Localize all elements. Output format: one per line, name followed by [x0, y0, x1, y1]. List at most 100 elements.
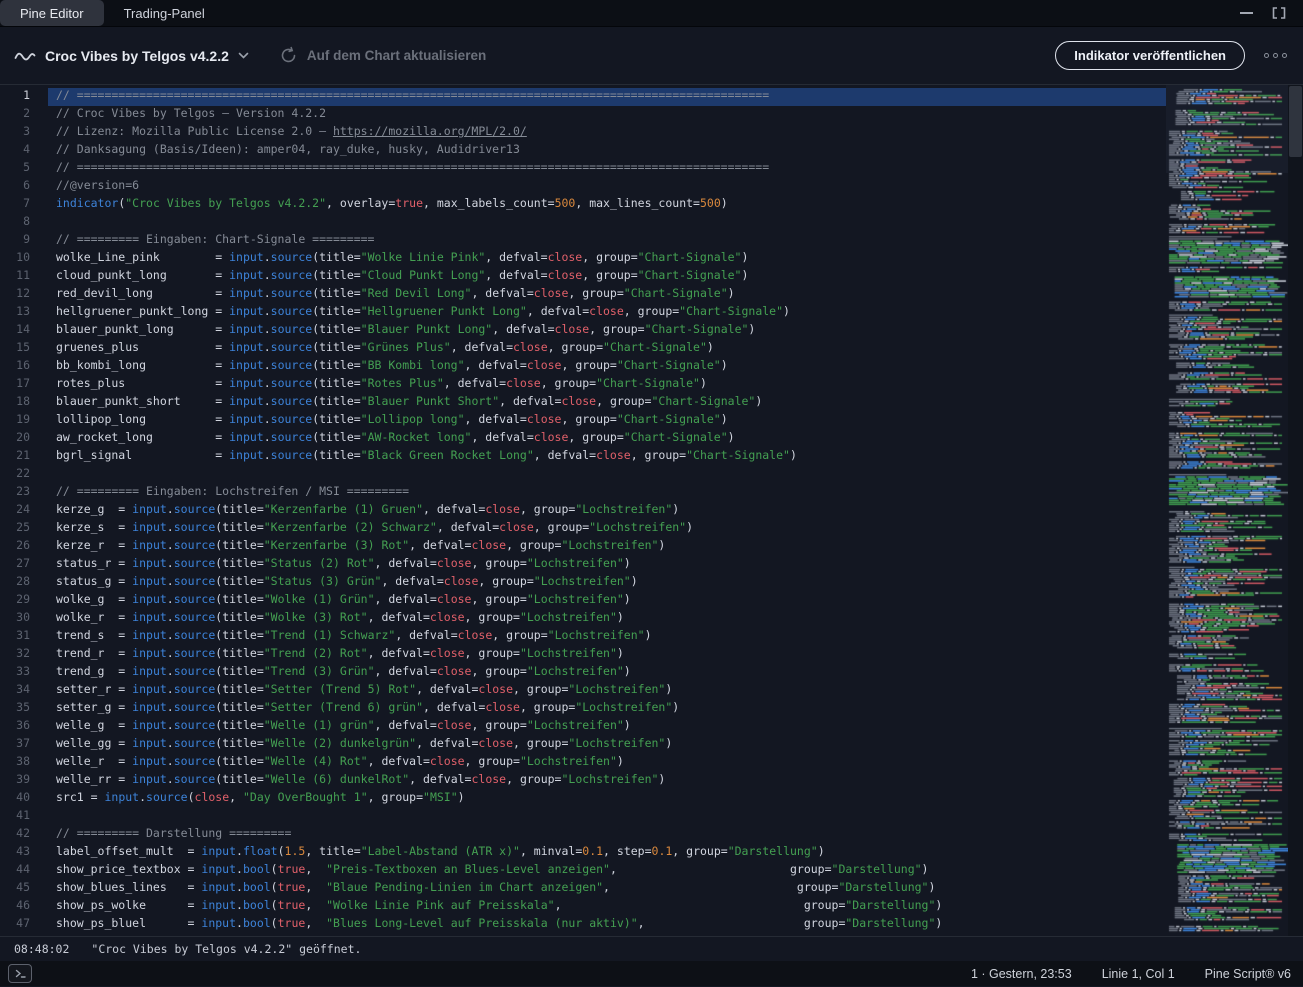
line-number: 30 — [0, 610, 48, 628]
code-line: kerze_s = input.source(title="Kerzenfarb… — [48, 520, 1166, 538]
line-number: 7 — [0, 196, 48, 214]
console-message: "Croc Vibes by Telgos v4.2.2" geöffnet. — [91, 942, 361, 956]
minimap[interactable] — [1166, 85, 1288, 936]
line-number: 41 — [0, 808, 48, 826]
code-line: lollipop_long = input.source(title="Loll… — [48, 412, 1166, 430]
line-number: 8 — [0, 214, 48, 232]
code-line: gruenes_plus = input.source(title="Grüne… — [48, 340, 1166, 358]
line-number: 42 — [0, 826, 48, 844]
cursor-position: Linie 1, Col 1 — [1102, 967, 1175, 981]
status-bar: 1 · Gestern, 23:53 Linie 1, Col 1 Pine S… — [0, 961, 1303, 986]
tab-pine-editor-label: Pine Editor — [20, 6, 84, 21]
publish-indicator-button[interactable]: Indikator veröffentlichen — [1055, 41, 1245, 70]
code-line: show_ps_bluel = input.bool(true, "Blues … — [48, 916, 1166, 934]
line-number: 18 — [0, 394, 48, 412]
code-line: show_blues_lines = input.bool(true, "Bla… — [48, 880, 1166, 898]
line-number: 9 — [0, 232, 48, 250]
maximize-icon[interactable] — [1271, 6, 1287, 20]
line-number: 3 — [0, 124, 48, 142]
code-line: setter_r = input.source(title="Setter (T… — [48, 682, 1166, 700]
chevron-down-icon — [238, 52, 249, 59]
code-line: blauer_punkt_long = input.source(title="… — [48, 322, 1166, 340]
code-line: wolke_g = input.source(title="Wolke (1) … — [48, 592, 1166, 610]
more-options-icon[interactable] — [1262, 47, 1289, 64]
line-number: 32 — [0, 646, 48, 664]
line-number: 19 — [0, 412, 48, 430]
history-status: 1 · Gestern, 23:53 — [971, 967, 1072, 981]
top-tab-bar: Pine Editor Trading-Panel — [0, 0, 1303, 27]
editor-toolbar: Croc Vibes by Telgos v4.2.2 Auf dem Char… — [0, 27, 1303, 85]
code-line: setter_g = input.source(title="Setter (T… — [48, 700, 1166, 718]
code-line: trend_r = input.source(title="Trend (2) … — [48, 646, 1166, 664]
code-line: trend_s = input.source(title="Trend (1) … — [48, 628, 1166, 646]
line-number: 39 — [0, 772, 48, 790]
line-number: 44 — [0, 862, 48, 880]
code-line: // =====================================… — [48, 160, 1166, 178]
code-line: // Croc Vibes by Telgos – Version 4.2.2 — [48, 106, 1166, 124]
code-line: wolke_r = input.source(title="Wolke (3) … — [48, 610, 1166, 628]
line-number: 38 — [0, 754, 48, 772]
line-number: 28 — [0, 574, 48, 592]
code-editor: 1234567891011121314151617181920212223242… — [0, 85, 1303, 936]
line-number: 31 — [0, 628, 48, 646]
code-line: blauer_punkt_short = input.source(title=… — [48, 394, 1166, 412]
tab-trading-panel[interactable]: Trading-Panel — [104, 0, 225, 26]
line-number: 17 — [0, 376, 48, 394]
code-line: indicator("Croc Vibes by Telgos v4.2.2",… — [48, 196, 1166, 214]
line-number: 20 — [0, 430, 48, 448]
line-number: 6 — [0, 178, 48, 196]
line-number: 34 — [0, 682, 48, 700]
line-number: 12 — [0, 286, 48, 304]
line-number: 16 — [0, 358, 48, 376]
code-line: bb_kombi_long = input.source(title="BB K… — [48, 358, 1166, 376]
line-number: 4 — [0, 142, 48, 160]
code-line: bgrl_signal = input.source(title="Black … — [48, 448, 1166, 466]
minimize-icon[interactable] — [1240, 12, 1253, 14]
code-line: hellgruener_punkt_long = input.source(ti… — [48, 304, 1166, 322]
indicator-wave-icon — [14, 49, 36, 63]
code-line — [48, 466, 1166, 484]
code-line: kerze_r = input.source(title="Kerzenfarb… — [48, 538, 1166, 556]
line-number: 24 — [0, 502, 48, 520]
line-number: 26 — [0, 538, 48, 556]
code-line — [48, 808, 1166, 826]
tab-trading-panel-label: Trading-Panel — [124, 6, 205, 21]
minimap-viewport — [1166, 85, 1288, 173]
line-number: 21 — [0, 448, 48, 466]
code-line: cloud_punkt_long = input.source(title="C… — [48, 268, 1166, 286]
line-number: 45 — [0, 880, 48, 898]
code-line: //@version=6 — [48, 178, 1166, 196]
code-line: welle_rr = input.source(title="Welle (6)… — [48, 772, 1166, 790]
line-number: 22 — [0, 466, 48, 484]
line-number: 37 — [0, 736, 48, 754]
code-line: // ========= Eingaben: Chart-Signale ===… — [48, 232, 1166, 250]
line-number: 46 — [0, 898, 48, 916]
line-number: 27 — [0, 556, 48, 574]
pine-version-label: Pine Script® v6 — [1205, 967, 1291, 981]
line-number: 43 — [0, 844, 48, 862]
code-line: status_g = input.source(title="Status (3… — [48, 574, 1166, 592]
line-number: 23 — [0, 484, 48, 502]
line-number: 1 — [0, 88, 48, 106]
line-number: 11 — [0, 268, 48, 286]
code-line: // ========= Eingaben: Lochstreifen / MS… — [48, 484, 1166, 502]
script-title: Croc Vibes by Telgos v4.2.2 — [45, 48, 229, 64]
code-line: welle_g = input.source(title="Welle (1) … — [48, 718, 1166, 736]
line-number: 10 — [0, 250, 48, 268]
code-area[interactable]: // =====================================… — [48, 85, 1166, 936]
script-selector[interactable]: Croc Vibes by Telgos v4.2.2 — [14, 48, 249, 64]
tab-pine-editor[interactable]: Pine Editor — [0, 0, 104, 26]
console-timestamp: 08:48:02 — [14, 942, 69, 956]
update-on-chart-label: Auf dem Chart aktualisieren — [307, 48, 486, 63]
console-toggle-button[interactable] — [8, 964, 32, 983]
code-line: // Danksagung (Basis/Ideen): amper04, ra… — [48, 142, 1166, 160]
line-number: 35 — [0, 700, 48, 718]
console-log-row: 08:48:02 "Croc Vibes by Telgos v4.2.2" g… — [0, 936, 1303, 961]
code-line: // =====================================… — [48, 88, 1166, 106]
update-on-chart-button[interactable]: Auf dem Chart aktualisieren — [279, 46, 486, 65]
code-line: kerze_g = input.source(title="Kerzenfarb… — [48, 502, 1166, 520]
vertical-scrollbar[interactable] — [1288, 85, 1303, 936]
scrollbar-thumb[interactable] — [1289, 86, 1302, 157]
code-line: red_devil_long = input.source(title="Red… — [48, 286, 1166, 304]
code-line: show_ps_wolke = input.bool(true, "Wolke … — [48, 898, 1166, 916]
